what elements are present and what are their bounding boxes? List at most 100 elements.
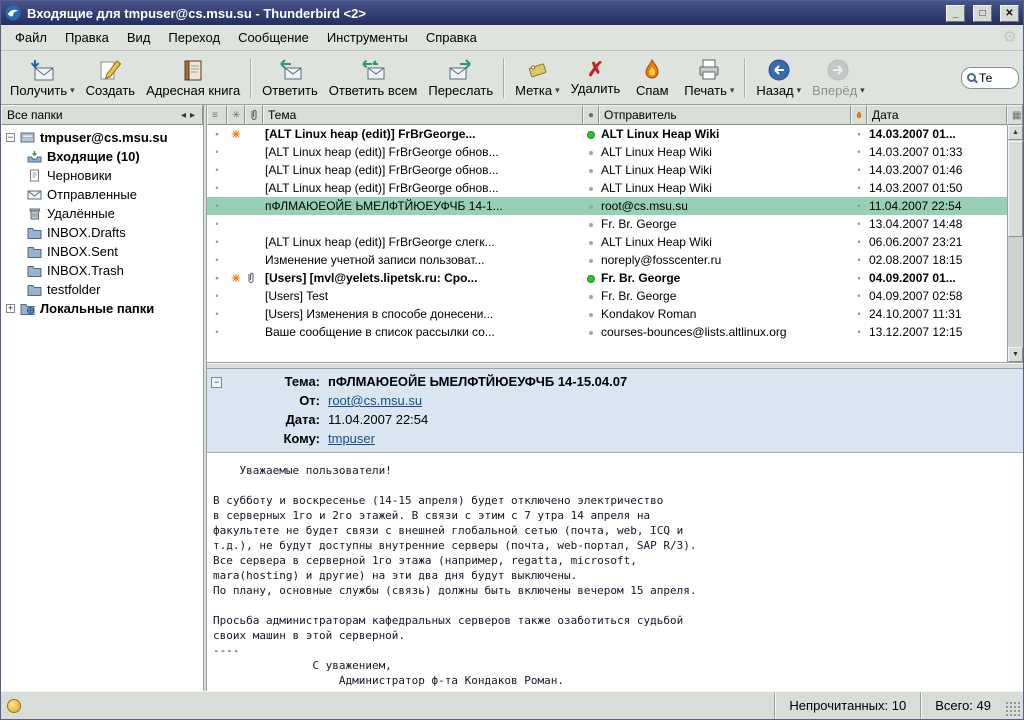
sender-column-header[interactable]: Отправитель (599, 105, 851, 125)
junk-indicator-icon[interactable] (853, 237, 865, 247)
write-button[interactable]: Создать (81, 53, 140, 103)
junk-indicator-icon[interactable] (853, 129, 865, 139)
junk-indicator-icon[interactable] (853, 201, 865, 211)
from-address-link[interactable]: root@cs.msu.su (328, 393, 422, 408)
thread-list-scrollbar[interactable]: ▲ ▼ (1007, 125, 1023, 362)
read-dot-icon[interactable] (589, 151, 593, 155)
forward-button[interactable]: Переслать (423, 53, 498, 103)
menu-go[interactable]: Переход (160, 27, 228, 48)
junk-indicator-icon[interactable] (853, 327, 865, 337)
unread-dot-icon[interactable] (587, 131, 595, 139)
message-row[interactable]: Fr. Br. George 13.04.2007 14:48 (207, 215, 1007, 233)
close-button[interactable]: ✕ (1000, 5, 1019, 22)
maximize-button[interactable]: □ (973, 5, 992, 22)
message-row[interactable]: [Users] Test Fr. Br. George 04.09.2007 0… (207, 287, 1007, 305)
message-row[interactable]: Изменение учетной записи пользоват... no… (207, 251, 1007, 269)
get-mail-button[interactable]: Получить▾ (5, 53, 80, 103)
junk-button[interactable]: Спам (626, 53, 678, 103)
star-flag-icon[interactable]: ✳ (231, 129, 240, 141)
read-dot-icon[interactable] (589, 313, 593, 317)
address-book-button[interactable]: Адресная книга (141, 53, 245, 103)
folder-item-inbox-sent[interactable]: INBOX.Sent (1, 242, 203, 261)
read-dot-icon[interactable] (589, 259, 593, 263)
message-row[interactable]: [ALT Linux heap (edit)] FrBrGeorge слегк… (207, 233, 1007, 251)
forward-nav-button[interactable]: Вперёд▾ (807, 53, 870, 103)
resize-grip[interactable] (1005, 701, 1021, 717)
account-row[interactable]: − tmpuser@cs.msu.su (1, 128, 203, 147)
folder-view-next-icon[interactable]: ▸ (188, 110, 197, 121)
star-column-header[interactable]: ✳ (227, 105, 245, 125)
message-row[interactable]: ✳ [ALT Linux heap (edit)] FrBrGeorge... … (207, 125, 1007, 143)
menu-message[interactable]: Сообщение (230, 27, 317, 48)
back-button[interactable]: Назад▾ (751, 53, 806, 103)
junk-indicator-icon[interactable] (853, 147, 865, 157)
delete-button[interactable]: ✗ Удалить (566, 53, 626, 103)
read-dot-icon[interactable] (589, 223, 593, 227)
read-dot-icon[interactable] (589, 169, 593, 173)
junk-indicator-icon[interactable] (853, 219, 865, 229)
get-mail-dropdown-icon[interactable]: ▾ (70, 85, 75, 96)
reply-all-button[interactable]: Ответить всем (324, 53, 423, 103)
read-dot-icon[interactable] (589, 331, 593, 335)
subject-column-header[interactable]: Тема (263, 105, 583, 125)
thread-column-header[interactable]: ≡ (207, 105, 227, 125)
unread-dot-icon[interactable] (587, 275, 595, 283)
menu-help[interactable]: Справка (418, 27, 485, 48)
scrollbar-thumb[interactable] (1008, 141, 1023, 237)
menu-view[interactable]: Вид (119, 27, 159, 48)
tag-button[interactable]: Метка▾ (510, 53, 564, 103)
read-dot-icon[interactable] (589, 241, 593, 245)
read-column-header[interactable]: ● (583, 105, 599, 125)
junk-indicator-icon[interactable] (853, 255, 865, 265)
folder-item-testfolder[interactable]: testfolder (1, 280, 203, 299)
read-dot-icon[interactable] (589, 205, 593, 209)
message-row[interactable]: ✳ [Users] [mvl@yelets.lipetsk.ru: Сро...… (207, 269, 1007, 287)
print-dropdown-icon[interactable]: ▾ (730, 85, 735, 96)
read-dot-icon[interactable] (589, 295, 593, 299)
junk-indicator-icon[interactable] (853, 165, 865, 175)
scroll-up-icon[interactable]: ▲ (1008, 125, 1023, 140)
title-bar[interactable]: Входящие для tmpuser@cs.msu.su - Thunder… (1, 1, 1023, 25)
junk-indicator-icon[interactable] (853, 291, 865, 301)
junk-indicator-icon[interactable] (853, 309, 865, 319)
expander-icon[interactable]: − (6, 133, 15, 142)
search-box[interactable] (961, 67, 1019, 89)
folder-item-inbox-trash[interactable]: INBOX.Trash (1, 261, 203, 280)
junk-indicator-icon[interactable] (853, 273, 865, 283)
collapse-header-button[interactable]: − (211, 377, 222, 388)
junk-indicator-icon[interactable] (853, 183, 865, 193)
read-dot-icon[interactable] (589, 187, 593, 191)
menu-tools[interactable]: Инструменты (319, 27, 416, 48)
menu-edit[interactable]: Правка (57, 27, 117, 48)
menu-file[interactable]: Файл (7, 27, 55, 48)
attachment-column-header[interactable] (245, 105, 263, 125)
folder-item-inbox-drafts[interactable]: INBOX.Drafts (1, 223, 203, 242)
column-picker-button[interactable]: ▦ (1007, 105, 1023, 125)
date-column-header[interactable]: Дата (867, 105, 1007, 125)
message-row[interactable]: [ALT Linux heap (edit)] FrBrGeorge обнов… (207, 161, 1007, 179)
folder-view-prev-icon[interactable]: ◂ (179, 110, 188, 121)
back-dropdown-icon[interactable]: ▾ (797, 85, 802, 96)
tag-dropdown-icon[interactable]: ▾ (555, 85, 560, 96)
junk-column-header[interactable] (851, 105, 867, 125)
message-row[interactable]: Ваше сообщение в список рассылки со... c… (207, 323, 1007, 341)
to-address-link[interactable]: tmpuser (328, 431, 375, 446)
online-status-icon[interactable] (7, 699, 21, 713)
folder-item-trash[interactable]: Удалённые (1, 204, 203, 223)
folder-item-inbox[interactable]: Входящие (10) (1, 147, 203, 166)
scroll-down-icon[interactable]: ▼ (1008, 347, 1023, 362)
message-row[interactable]: [ALT Linux heap (edit)] FrBrGeorge обнов… (207, 143, 1007, 161)
expander-icon[interactable]: + (6, 304, 15, 313)
print-button[interactable]: Печать▾ (679, 53, 739, 103)
message-row[interactable]: [Users] Изменения в способе донесени... … (207, 305, 1007, 323)
message-row-selected[interactable]: пФЛМАЮЕОЙЕ ЬМЕЛФТЙЮЕУФЧБ 14-1... root@cs… (207, 197, 1007, 215)
search-input[interactable] (979, 71, 1009, 85)
message-row[interactable]: [ALT Linux heap (edit)] FrBrGeorge обнов… (207, 179, 1007, 197)
folder-item-sent[interactable]: Отправленные (1, 185, 203, 204)
minimize-button[interactable]: _ (946, 5, 965, 22)
folder-item-drafts[interactable]: Черновики (1, 166, 203, 185)
local-folders-row[interactable]: + Локальные папки (1, 299, 203, 318)
star-flag-icon[interactable]: ✳ (231, 273, 240, 285)
scrollbar-track[interactable] (1008, 140, 1023, 347)
reply-button[interactable]: Ответить (257, 53, 323, 103)
